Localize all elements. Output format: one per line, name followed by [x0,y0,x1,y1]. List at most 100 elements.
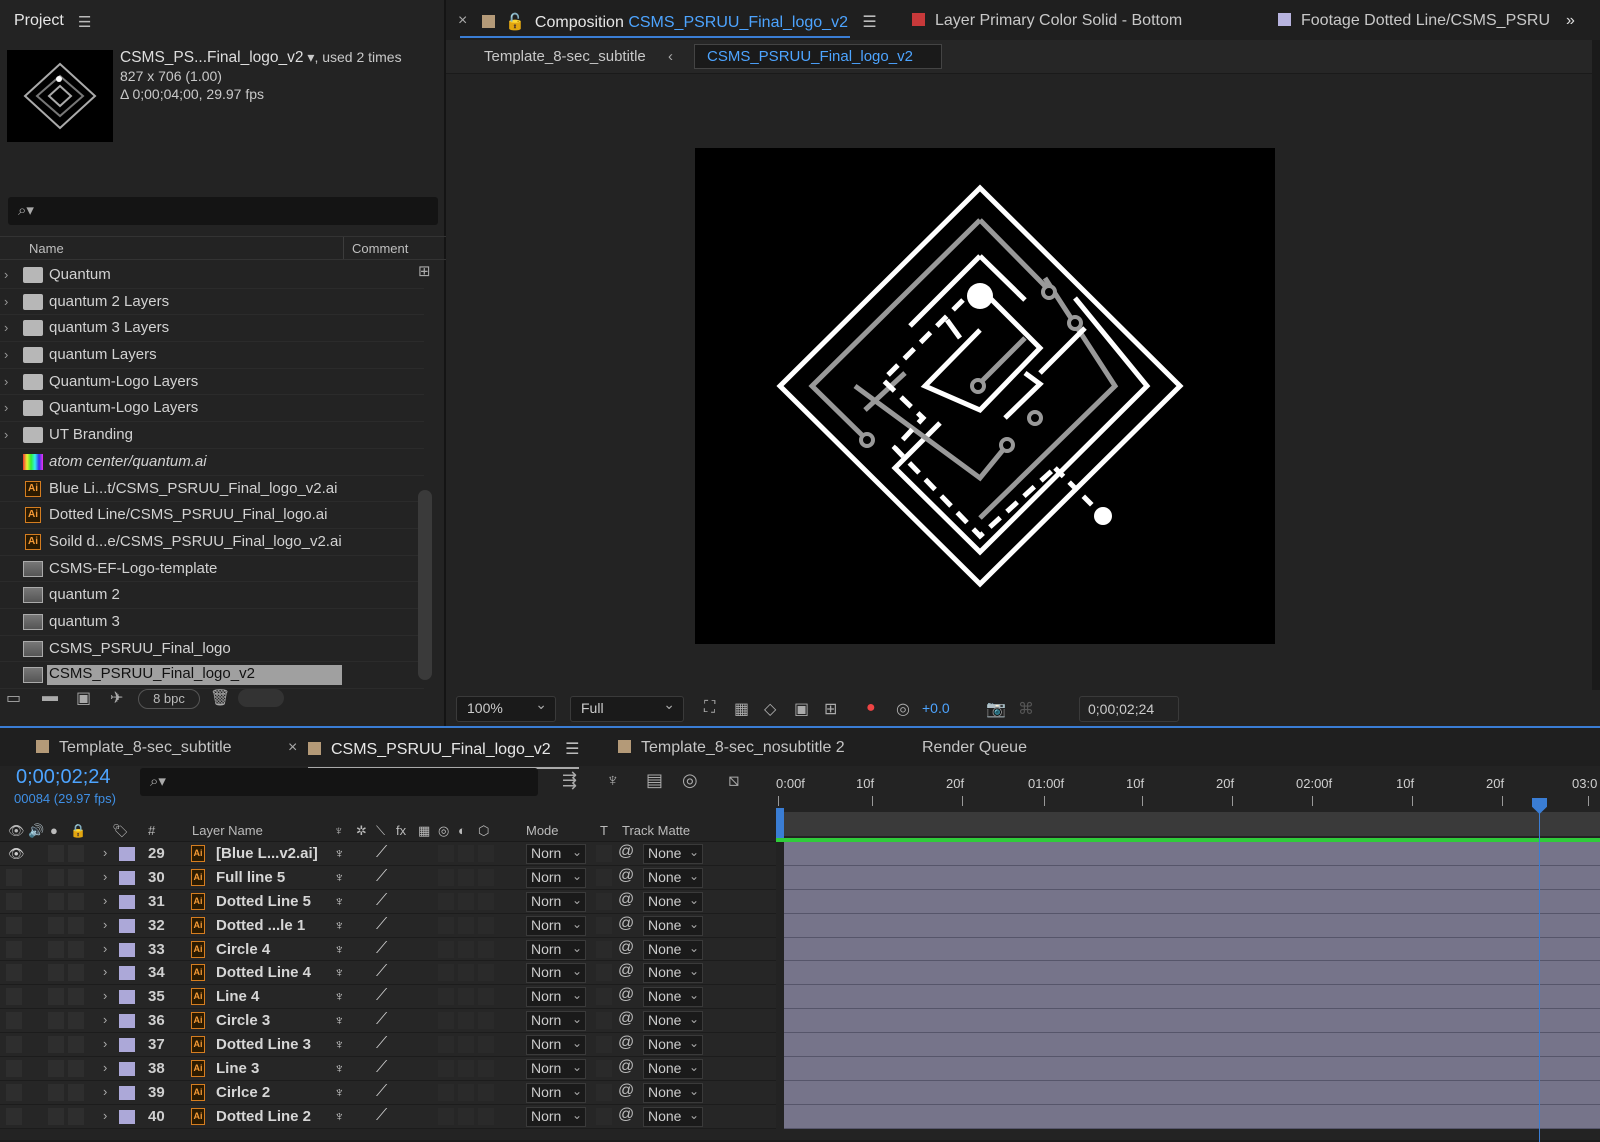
twirl-arrow-icon[interactable]: › [103,941,107,956]
channel-icon[interactable]: ● [866,699,876,717]
lock-toggle[interactable] [68,1036,84,1054]
new-composition-icon[interactable]: ▣ [76,688,91,708]
twirl-arrow-icon[interactable]: › [103,845,107,860]
magnification-dropdown[interactable]: 100% [456,696,556,722]
shy-switch-icon[interactable]: ♆ [334,893,345,909]
layer-row[interactable]: › 39 Ai Cirlce 2 ♆ ⟋ Norn ⌄ @ None ⌄ [0,1080,776,1105]
eye-icon[interactable]: 👁 [8,846,25,862]
interpret-footage-icon[interactable]: ▭ [6,688,21,708]
video-switch-icon[interactable]: 👁 [8,823,25,839]
twirl-arrow-icon[interactable]: › [103,917,107,932]
project-scrollbar[interactable] [418,490,432,680]
solo-toggle[interactable] [48,868,64,886]
solo-toggle[interactable] [48,916,64,934]
tab-final-logo[interactable]: CSMS_PSRUU_Final_logo_v2 ☰ [308,739,580,769]
switch-slot[interactable] [438,1060,454,1078]
switch-slot[interactable] [438,964,454,982]
blend-mode-dropdown[interactable]: Norn ⌄ [526,987,586,1008]
parent-pickwhip-icon[interactable]: @ [618,986,634,1004]
breadcrumb-current[interactable]: CSMS_PSRUU_Final_logo_v2 [694,44,942,69]
blend-mode-dropdown[interactable]: Norn ⌄ [526,867,586,888]
parent-pickwhip-icon[interactable]: @ [618,1034,634,1052]
switch-slot[interactable] [478,964,494,982]
parent-pickwhip-icon[interactable]: @ [618,962,634,980]
label-color-swatch[interactable] [119,1062,135,1077]
column-t[interactable]: T [600,823,608,838]
label-color-swatch[interactable] [119,918,135,933]
switch-slot[interactable] [458,1083,474,1101]
solo-toggle[interactable] [48,940,64,958]
preserve-transparency-slot[interactable] [596,940,612,958]
shy-switch-icon[interactable]: ♆ [334,988,345,1004]
layer-name[interactable]: Full line 5 [216,869,285,886]
column-number[interactable]: # [148,823,155,838]
quality-switch-icon[interactable]: ⟋ [376,868,387,886]
quality-switch-icon[interactable]: ⟋ [376,1083,387,1101]
parent-pickwhip-icon[interactable]: @ [618,867,634,885]
time-ruler[interactable]: 0:00f 10f 20f 01:00f 10f 20f 02:00f 10f 20f 03:0 [776,766,1600,812]
current-time-display[interactable]: 0;00;02;24 [16,766,111,789]
switch-slot[interactable] [438,868,454,886]
project-item[interactable]: › quantum 2 Layers [0,289,424,316]
preserve-transparency-slot[interactable] [596,1083,612,1101]
audio-switch-icon[interactable]: 🔊 [28,823,44,839]
draft-3d-icon[interactable]: ♆ [606,770,620,791]
label-tag-icon[interactable]: 🏷 [112,823,129,839]
column-mode[interactable]: Mode [526,823,559,838]
project-item[interactable]: › UT Branding [0,422,424,449]
quality-switch-icon[interactable]: ⟋ [376,916,387,934]
solo-toggle[interactable] [48,1107,64,1125]
lock-toggle[interactable] [68,1083,84,1101]
solo-toggle[interactable] [48,845,64,862]
fx-icon[interactable]: fx [396,823,406,838]
blend-mode-dropdown[interactable]: Norn ⌄ [526,1011,586,1032]
quality-switch-icon[interactable]: ⟋ [376,1011,387,1029]
layer-row[interactable]: › 37 Ai Dotted Line 3 ♆ ⟋ Norn ⌄ @ None ⌄ [0,1033,776,1058]
layer-row[interactable]: › 32 Ai Dotted ...le 1 ♆ ⟋ Norn ⌄ @ None ⌄ [0,913,776,938]
expand-arrow-icon[interactable]: › [4,427,8,442]
blend-mode-dropdown[interactable]: Norn ⌄ [526,915,586,936]
expand-arrow-icon[interactable]: › [4,294,8,309]
track-matte-dropdown[interactable]: None ⌄ [643,915,703,936]
quality-switch-icon[interactable]: ⟋ [376,940,387,958]
switch-slot[interactable] [438,916,454,934]
exposure-value[interactable]: +0.0 [922,700,950,716]
expand-arrow-icon[interactable]: › [4,347,8,362]
label-color-swatch[interactable] [119,1109,135,1124]
collapse-icon[interactable]: ✲ [356,823,367,839]
twirl-arrow-icon[interactable]: › [103,1036,107,1051]
column-layer-name[interactable]: Layer Name [192,823,263,838]
layer-row[interactable]: › 38 Ai Line 3 ♆ ⟋ Norn ⌄ @ None ⌄ [0,1057,776,1081]
project-item[interactable]: Ai Soild d...e/CSMS_PSRUU_Final_logo_v2.a… [0,529,424,556]
video-toggle[interactable] [6,892,22,910]
switch-slot[interactable] [458,1012,474,1030]
twirl-arrow-icon[interactable]: › [103,964,107,979]
preserve-transparency-slot[interactable] [596,1036,612,1054]
twirl-arrow-icon[interactable]: › [103,869,107,884]
layer-duration-bar[interactable] [784,1009,1600,1034]
blend-mode-dropdown[interactable]: Norn ⌄ [526,1082,586,1103]
preserve-transparency-slot[interactable] [596,1012,612,1030]
label-color-swatch[interactable] [119,942,135,957]
color-depth-button[interactable]: 8 bpc [138,689,200,709]
parent-pickwhip-icon[interactable]: @ [618,891,634,909]
work-area-bar[interactable] [776,812,1600,836]
switch-slot[interactable] [458,1036,474,1054]
blend-mode-dropdown[interactable]: Norn ⌄ [526,844,586,864]
video-toggle[interactable] [6,916,22,934]
quality-switch-icon[interactable]: ⟋ [376,892,387,910]
region-of-interest-icon[interactable]: ▣ [794,699,809,719]
project-item[interactable]: atom center/quantum.ai [0,449,424,476]
twirl-arrow-icon[interactable]: › [103,1108,107,1123]
graph-editor-icon[interactable]: ⧅ [728,770,739,791]
switch-slot[interactable] [478,845,494,862]
track-matte-dropdown[interactable]: None ⌄ [643,891,703,912]
new-folder-icon[interactable]: ▬ [42,688,58,706]
project-item[interactable]: › Quantum-Logo Layers [0,369,424,396]
blend-mode-dropdown[interactable]: Norn ⌄ [526,1059,586,1080]
track-matte-dropdown[interactable]: None ⌄ [643,963,703,984]
track-matte-dropdown[interactable]: None ⌄ [643,844,703,864]
transparency-grid-icon[interactable]: ▦ [734,699,749,719]
layer-row[interactable]: › 35 Ai Line 4 ♆ ⟋ Norn ⌄ @ None ⌄ [0,985,776,1010]
lock-toggle[interactable] [68,940,84,958]
